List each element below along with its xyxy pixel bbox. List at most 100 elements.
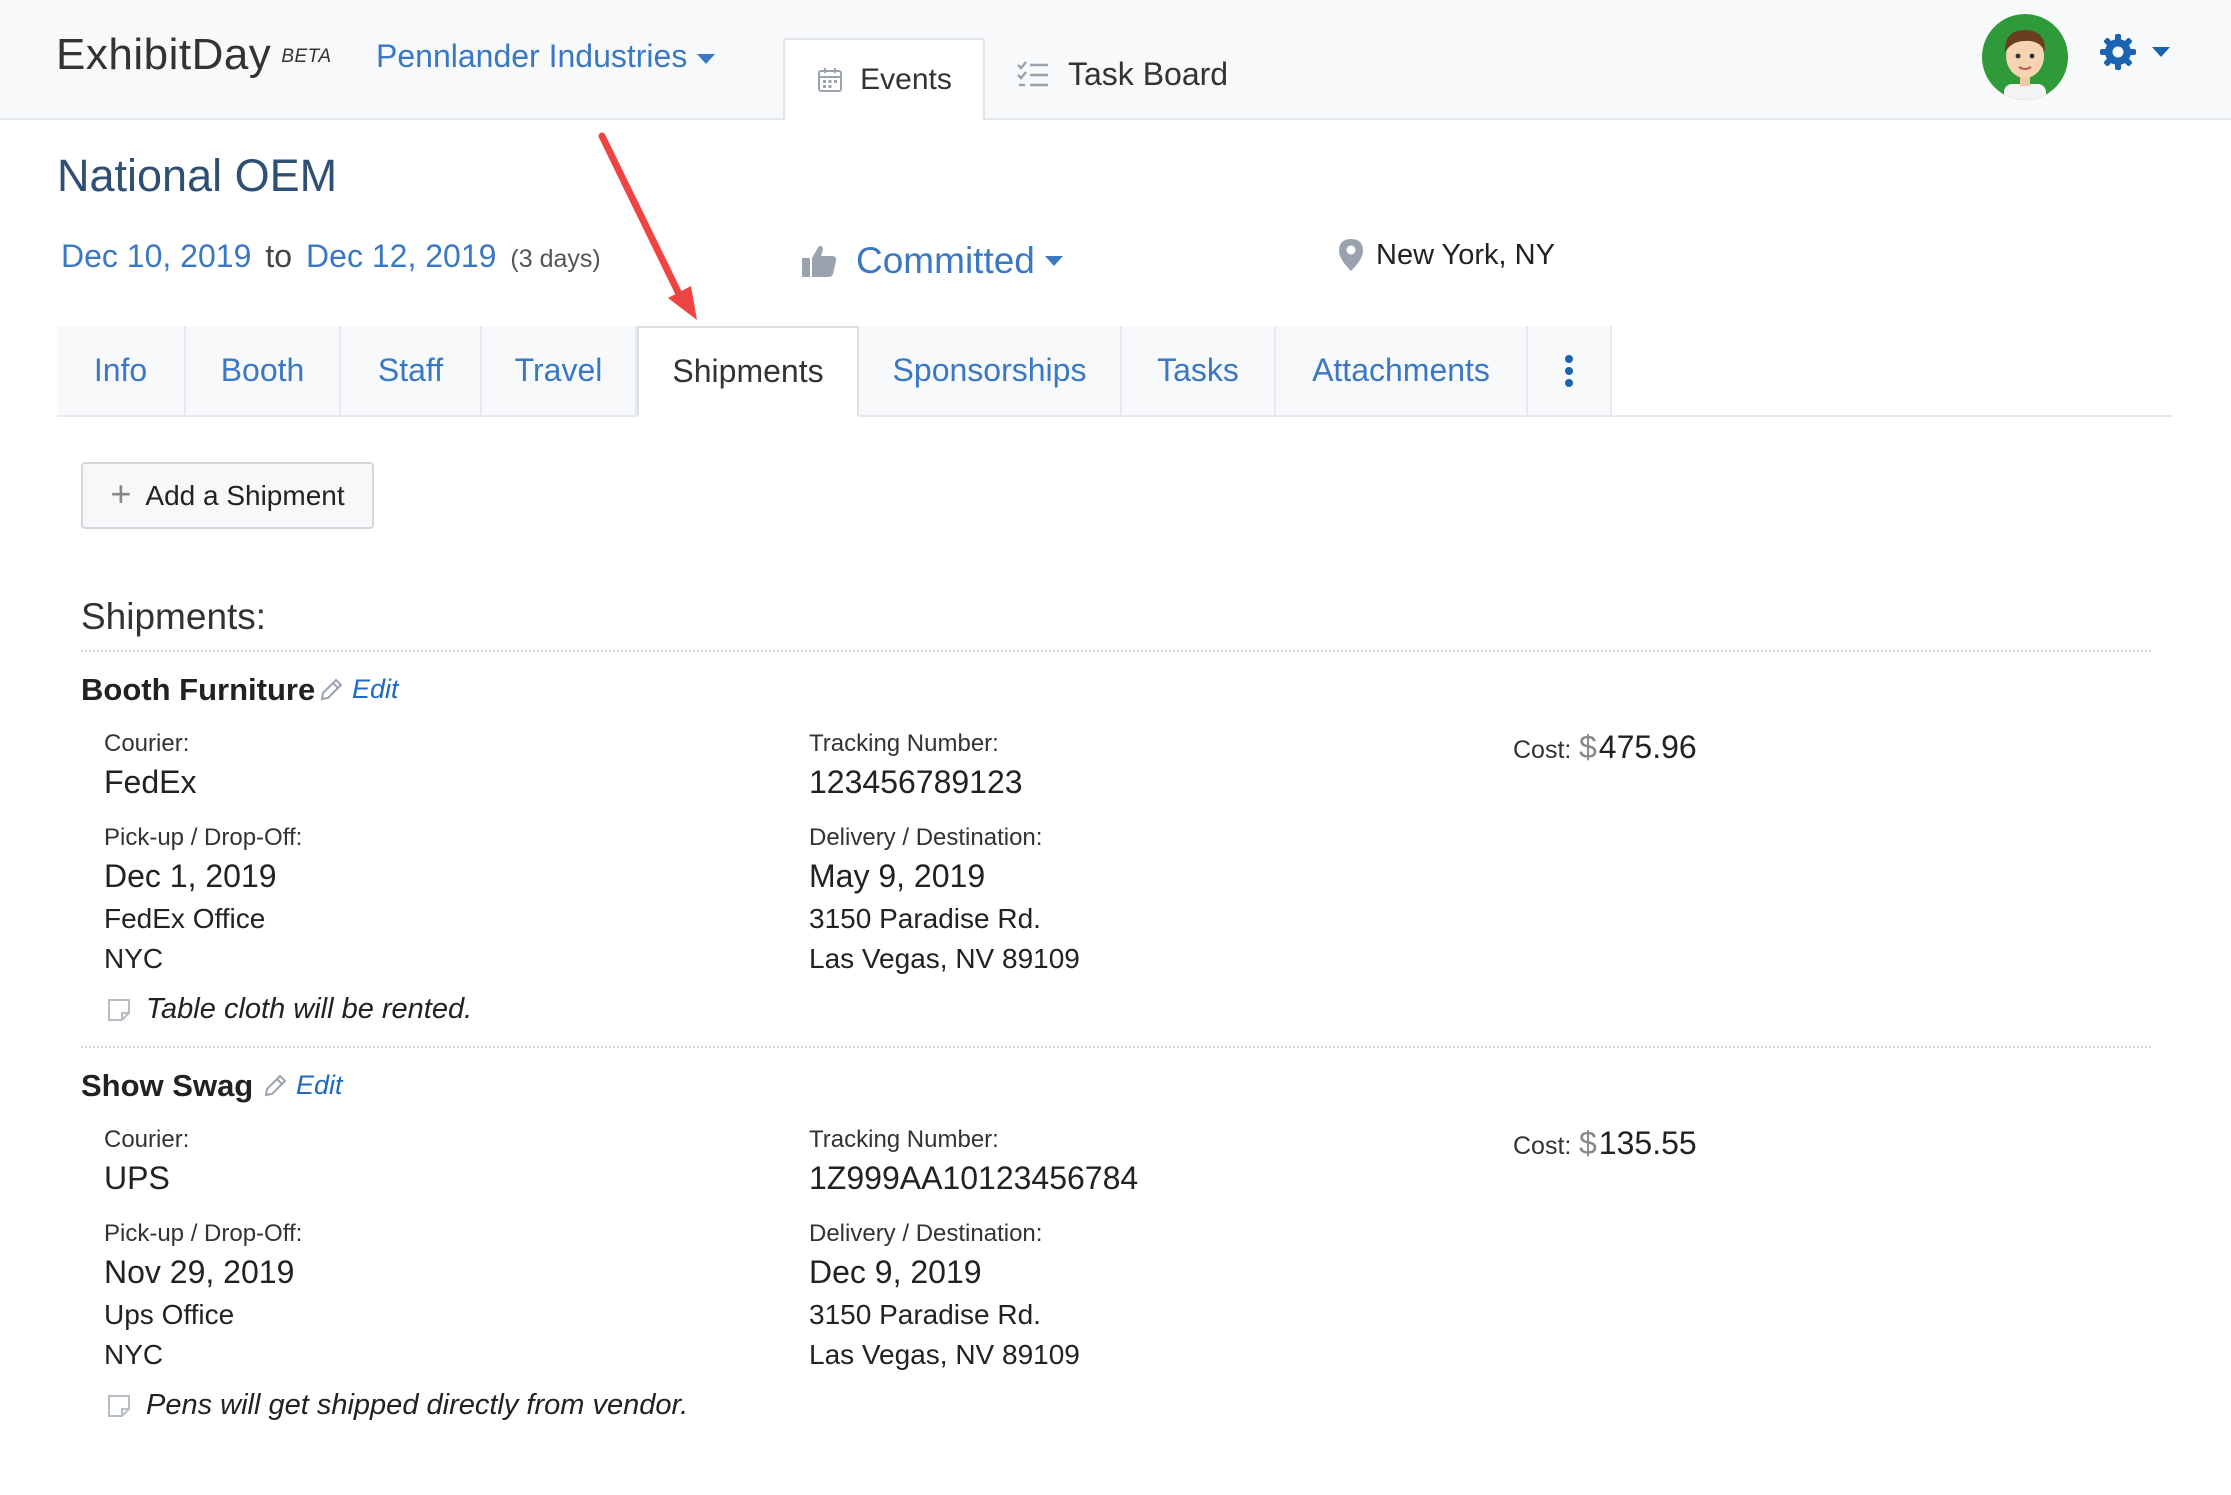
- pickup-location: Ups Office: [104, 1299, 235, 1330]
- delivery-date: Dec 9, 2019: [809, 1254, 982, 1290]
- tab-shipments[interactable]: Shipments: [637, 326, 859, 417]
- pickup-date: Dec 1, 2019: [104, 858, 277, 894]
- note-text: Pens will get shipped directly from vend…: [146, 1389, 689, 1421]
- edit-label: Edit: [296, 1070, 343, 1100]
- tab-travel[interactable]: Travel: [482, 326, 637, 415]
- tab-label: Staff: [377, 352, 444, 388]
- currency-symbol: $: [1579, 729, 1597, 765]
- tab-booth[interactable]: Booth: [186, 326, 341, 415]
- edit-shipment-link[interactable]: Edit: [262, 1070, 343, 1101]
- thumbs-up-icon: [802, 245, 837, 277]
- pickup-label: Pick-up / Drop-Off:: [104, 1220, 303, 1247]
- shipment-note: Pens will get shipped directly from vend…: [106, 1389, 688, 1422]
- edit-shipment-link[interactable]: Edit: [318, 674, 399, 705]
- date-separator: to: [265, 238, 293, 274]
- event-duration: (3 days): [510, 245, 601, 273]
- pickup-location: FedEx Office: [104, 903, 266, 934]
- delivery-date: May 9, 2019: [809, 858, 986, 894]
- event-status-dropdown[interactable]: Committed: [800, 240, 1063, 282]
- app-logo[interactable]: ExhibitDay BETA: [56, 30, 332, 80]
- event-location: New York, NY: [1338, 238, 1555, 272]
- tab-tasks[interactable]: Tasks: [1122, 326, 1276, 415]
- courier-value: FedEx: [104, 764, 197, 800]
- cost-value: $135.55: [1579, 1125, 1697, 1162]
- event-title: National OEM: [57, 150, 338, 201]
- section-heading: Shipments:: [81, 596, 267, 637]
- tab-attachments[interactable]: Attachments: [1276, 326, 1528, 415]
- event-start-date[interactable]: Dec 10, 2019: [61, 238, 251, 274]
- delivery-label: Delivery / Destination:: [809, 1220, 1043, 1247]
- delivery-address: 3150 Paradise Rd.: [809, 903, 1041, 934]
- map-pin-icon: [1339, 239, 1363, 271]
- currency-symbol: $: [1579, 1125, 1597, 1161]
- caret-down-icon: [697, 53, 716, 64]
- event-date-range: Dec 10, 2019 to Dec 12, 2019 (3 days): [61, 238, 601, 275]
- shipment-note: Table cloth will be rented.: [106, 993, 472, 1026]
- tracking-label: Tracking Number:: [809, 1126, 999, 1153]
- tracking-label: Tracking Number:: [809, 730, 999, 757]
- tracking-number: 1Z999AA10123456784: [809, 1160, 1139, 1196]
- note-icon: [108, 1394, 130, 1417]
- pickup-date: Nov 29, 2019: [104, 1254, 295, 1290]
- courier-value: UPS: [104, 1160, 170, 1196]
- tracking-number: 123456789123: [809, 764, 1023, 800]
- shipment-divider: [81, 1046, 2151, 1048]
- avatar-face-icon: [2004, 30, 2046, 100]
- tab-staff[interactable]: Staff: [341, 326, 482, 415]
- tab-label: Shipments: [672, 353, 824, 389]
- beta-badge: BETA: [281, 46, 332, 67]
- tab-label: Tasks: [1157, 352, 1239, 388]
- pickup-label: Pick-up / Drop-Off:: [104, 824, 303, 851]
- tab-label: Booth: [220, 352, 305, 388]
- delivery-label: Delivery / Destination:: [809, 824, 1043, 851]
- tab-label: Travel: [514, 352, 603, 388]
- tab-label: Sponsorships: [892, 352, 1087, 388]
- section-divider: [81, 650, 2151, 652]
- calendar-icon: [818, 68, 843, 92]
- caret-down-icon: [1044, 256, 1063, 266]
- nav-events-label: Events: [860, 63, 952, 96]
- nav-tab-task-board[interactable]: Task Board: [1016, 56, 1228, 93]
- note-icon: [108, 998, 130, 1021]
- pickup-city: NYC: [104, 1339, 164, 1370]
- pencil-icon: [320, 678, 343, 700]
- cost-value: $475.96: [1579, 729, 1697, 766]
- tab-more[interactable]: [1528, 326, 1612, 415]
- delivery-city: Las Vegas, NV 89109: [809, 1339, 1080, 1370]
- organization-dropdown[interactable]: Pennlander Industries: [376, 38, 716, 75]
- nav-task-board-label: Task Board: [1068, 56, 1229, 92]
- shipment-name: Show Swag: [81, 1068, 254, 1103]
- tab-label: Attachments: [1312, 352, 1490, 388]
- cost-label: Cost:: [1513, 1132, 1572, 1160]
- more-vertical-icon: [1565, 354, 1573, 387]
- nav-tab-events[interactable]: Events: [783, 38, 985, 120]
- tab-info[interactable]: Info: [57, 326, 186, 415]
- gear-icon: [2100, 34, 2136, 70]
- settings-menu[interactable]: [2098, 32, 2170, 72]
- pickup-city: NYC: [104, 943, 164, 974]
- cost-label: Cost:: [1513, 736, 1572, 764]
- user-avatar[interactable]: [1982, 14, 2068, 100]
- delivery-address: 3150 Paradise Rd.: [809, 1299, 1041, 1330]
- event-end-date[interactable]: Dec 12, 2019: [306, 238, 496, 274]
- add-shipment-button[interactable]: + Add a Shipment: [81, 462, 374, 529]
- edit-label: Edit: [352, 674, 399, 704]
- event-status-label: Committed: [856, 240, 1035, 281]
- tab-sponsorships[interactable]: Sponsorships: [859, 326, 1122, 415]
- checklist-icon: [1017, 60, 1048, 86]
- cost-amount: 475.96: [1598, 729, 1697, 765]
- event-tab-bar: Info Booth Staff Travel Shipments Sponso…: [57, 326, 2173, 417]
- caret-down-icon: [2152, 47, 2170, 57]
- note-text: Table cloth will be rented.: [146, 993, 473, 1025]
- organization-name: Pennlander Industries: [376, 38, 688, 74]
- plus-icon: +: [110, 472, 132, 514]
- delivery-city: Las Vegas, NV 89109: [809, 943, 1080, 974]
- shipment-name: Booth Furniture: [81, 672, 316, 707]
- event-location-text: New York, NY: [1376, 238, 1555, 271]
- cost-amount: 135.55: [1598, 1125, 1697, 1161]
- top-header: ExhibitDay BETA Pennlander Industries Eve…: [0, 0, 2231, 120]
- annotation-arrow-icon: [598, 132, 697, 320]
- pencil-icon: [264, 1074, 287, 1096]
- add-shipment-label: Add a Shipment: [145, 479, 345, 511]
- courier-label: Courier:: [104, 1126, 190, 1153]
